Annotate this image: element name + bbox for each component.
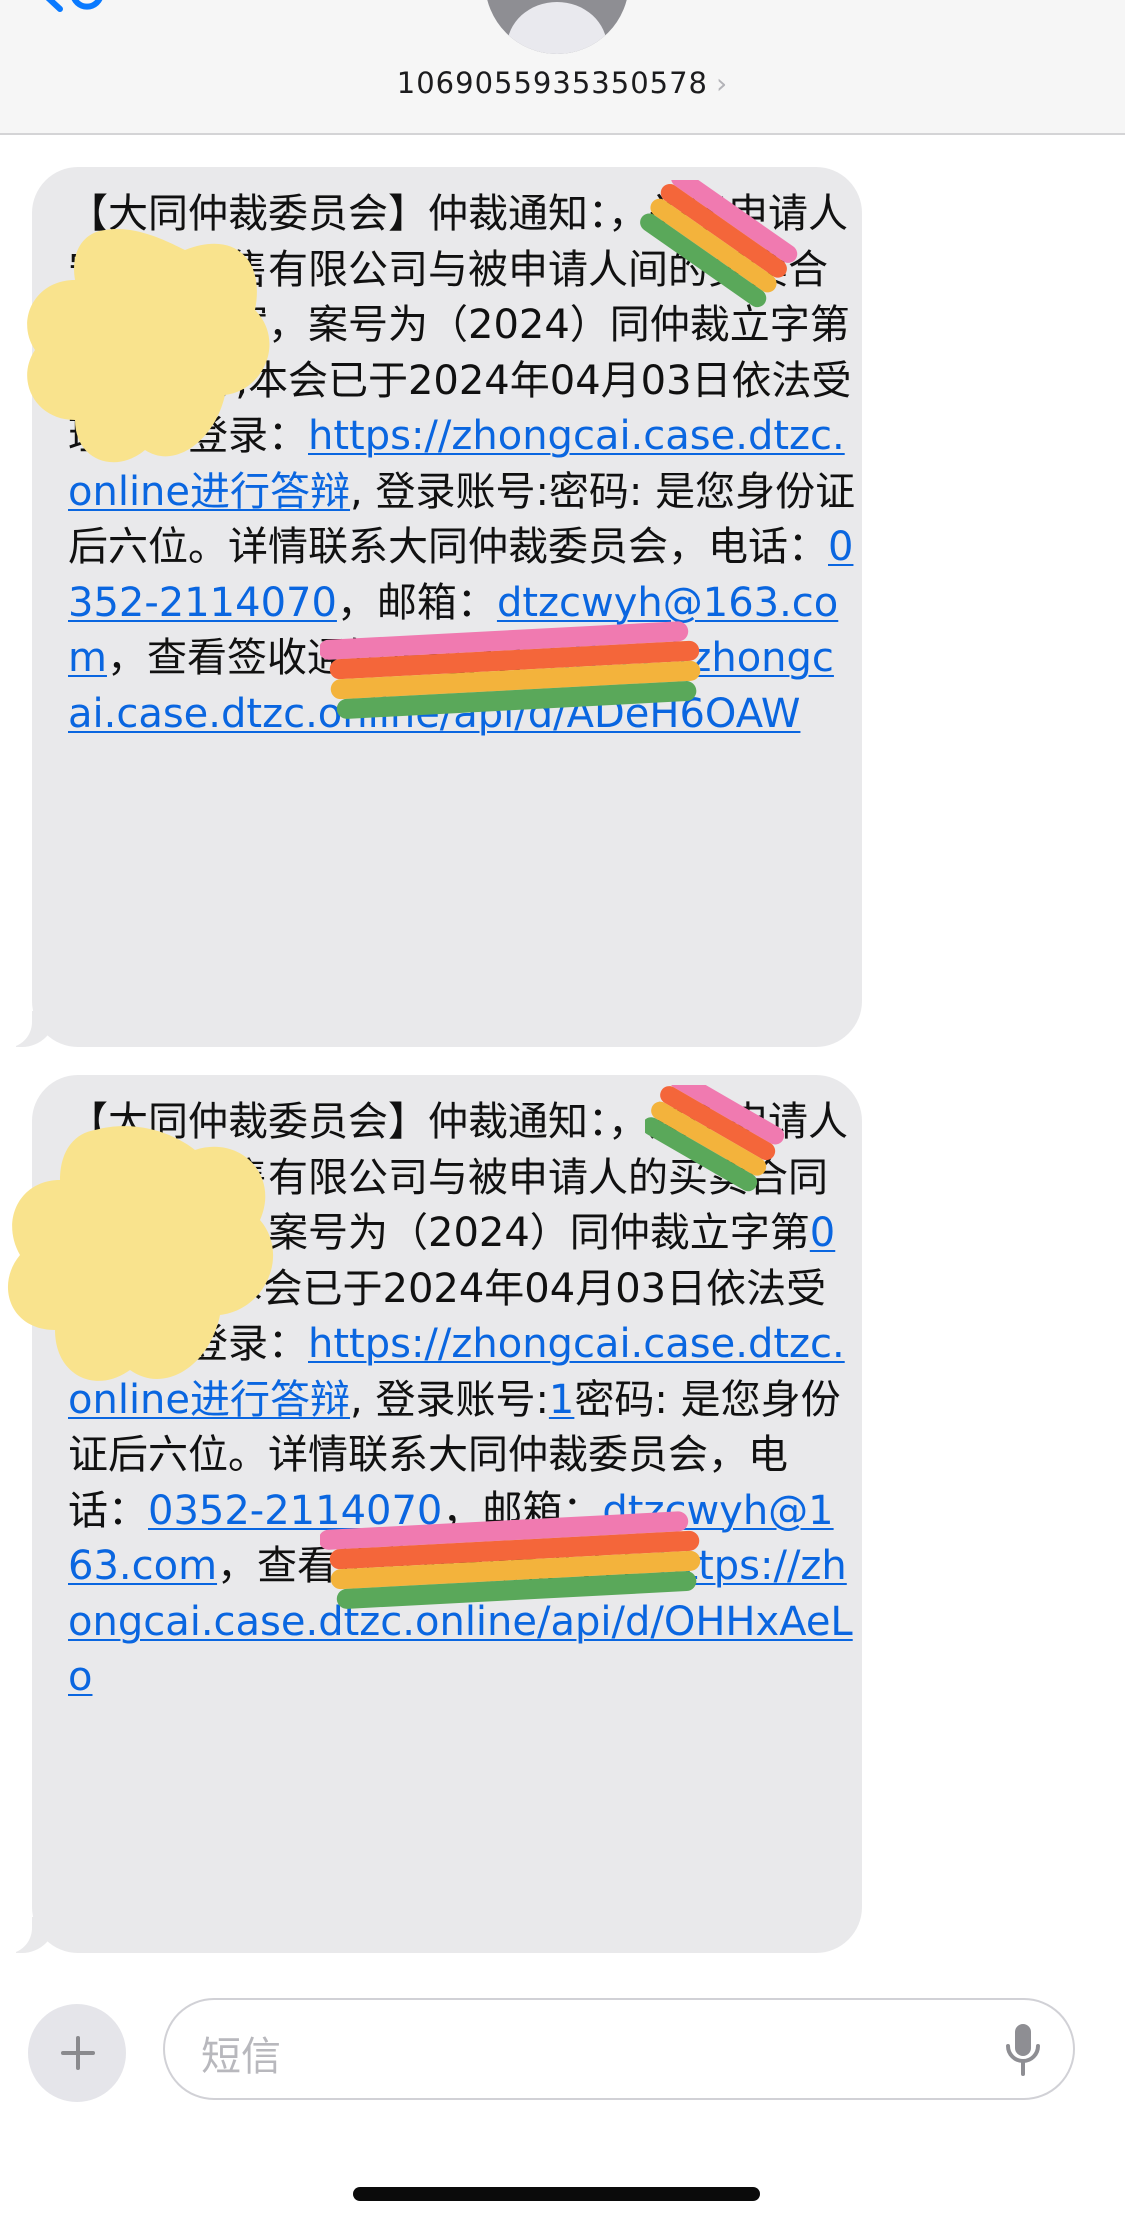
contact-avatar-icon[interactable] bbox=[485, 0, 629, 54]
message-input-placeholder: 短信 bbox=[201, 2034, 281, 2080]
phone-link[interactable]: 0352-2114070 bbox=[148, 1488, 442, 1534]
chevron-right-icon: › bbox=[716, 67, 729, 100]
login-url-link-tail[interactable]: 进行答辩 bbox=[190, 469, 350, 515]
case-number-link[interactable]: 06825 bbox=[68, 358, 195, 404]
message-text: 【大同仲裁委员会】仲裁通知：，关于申请人安徽砂糖售有限公司与被申请人的买卖合同纠… bbox=[68, 1099, 853, 1700]
message-bubble[interactable]: 【大同仲裁委员会】仲裁通知：，关于申请人安徽砂糖售有限公司与被申请人间的买卖合同… bbox=[0, 167, 862, 1048]
message-text: 【大同仲裁委员会】仲裁通知：，关于申请人安徽砂糖售有限公司与被申请人间的买卖合同… bbox=[68, 191, 856, 737]
message-input[interactable]: 短信 bbox=[163, 1998, 1075, 2100]
account-link[interactable]: 1 bbox=[549, 1377, 574, 1423]
conversation-header: 1069055935350578 › bbox=[0, 0, 1125, 135]
add-attachment-button[interactable] bbox=[28, 2004, 126, 2102]
home-indicator[interactable] bbox=[353, 2187, 760, 2201]
sender-number[interactable]: 1069055935350578 › bbox=[0, 66, 1125, 100]
mic-icon[interactable] bbox=[1003, 2022, 1043, 2078]
back-icon[interactable] bbox=[40, 0, 130, 18]
login-url-link-tail[interactable]: 进行答辩 bbox=[190, 1377, 350, 1423]
sender-number-text: 1069055935350578 bbox=[396, 66, 708, 100]
message-bubble[interactable]: 【大同仲裁委员会】仲裁通知：，关于申请人安徽砂糖售有限公司与被申请人的买卖合同纠… bbox=[0, 1075, 862, 1954]
